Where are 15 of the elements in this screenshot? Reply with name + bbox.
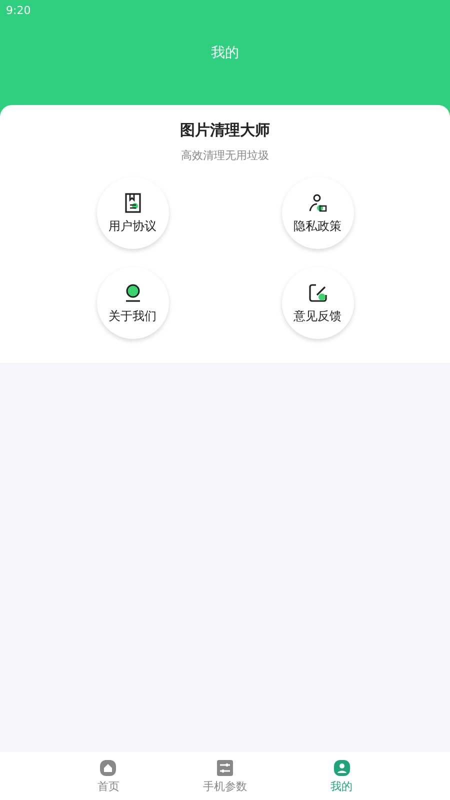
app-tagline: 高效清理无用垃圾 (181, 148, 269, 163)
edit-icon (306, 282, 328, 304)
nav-tab[interactable]: 手机参数 (166, 752, 284, 800)
menu-button[interactable]: 关于我们 (96, 267, 168, 339)
sliders-icon (216, 758, 234, 776)
app-name: 图片清理大师 (180, 121, 270, 140)
status-time: 9:20 (6, 4, 31, 16)
person-lock-icon (306, 192, 328, 214)
page-title: 我的 (210, 44, 240, 62)
menu-button[interactable]: 意见反馈 (282, 267, 354, 339)
nav-tab[interactable]: 首页 (50, 752, 167, 800)
menu-button[interactable]: 隐私政策 (282, 177, 354, 249)
home-icon (99, 758, 118, 776)
menu-button[interactable]: 用户协议 (96, 177, 168, 249)
person-icon (332, 758, 351, 776)
